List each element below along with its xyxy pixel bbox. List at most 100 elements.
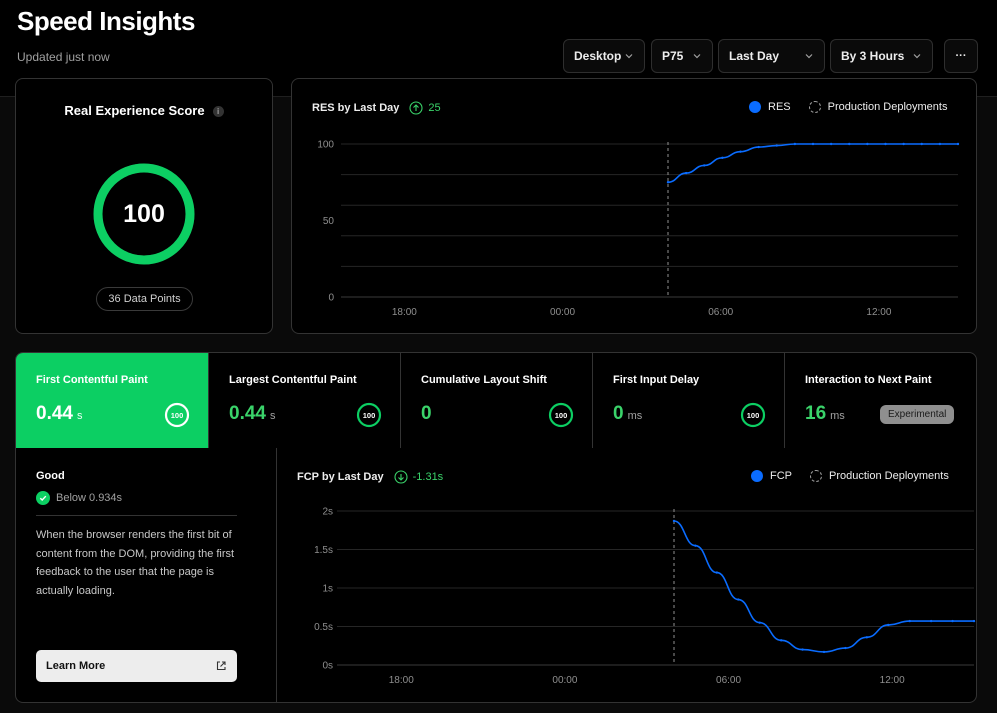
data-point (737, 598, 740, 601)
metric-score-ring: 100 (356, 402, 382, 428)
y-tick-label: 100 (317, 140, 334, 151)
data-point (902, 142, 905, 146)
granularity-select-label: By 3 Hours (841, 49, 905, 63)
res-chart-card: RES by Last Day 25 RES Production Deploy… (291, 78, 977, 334)
data-point (884, 142, 887, 146)
percentile-select-label: P75 (662, 49, 684, 63)
metric-score: 100 (363, 411, 376, 420)
metric-value: 0.44 s (36, 403, 82, 425)
metric-detail-panel: Good Below 0.934s When the browser rende… (15, 448, 977, 703)
data-point (757, 145, 760, 149)
metric-value: 0 ms (613, 403, 642, 425)
metric-tab-inp[interactable]: Interaction to Next Paint 16 ms Experimen… (785, 353, 976, 448)
check-circle-icon (36, 491, 50, 505)
data-point (908, 619, 911, 623)
res-chart: 100 50 0 18:00 00:00 06:00 12:00 (317, 140, 960, 318)
data-point (801, 648, 804, 651)
metric-tab-lcp[interactable]: Largest Contentful Paint 0.44 s 100 (209, 353, 401, 448)
chevron-down-icon (805, 54, 813, 59)
metric-value-number: 0.44 (229, 403, 266, 424)
learn-more-button[interactable]: Learn More (36, 650, 237, 682)
score-card-title: Real Experience Score i (16, 103, 272, 118)
metrics-row: First Contentful Paint 0.44 s 100 Largest… (15, 352, 977, 449)
y-tick-label: 1s (322, 584, 333, 595)
metric-score: 100 (555, 411, 568, 420)
rating-label: Good (36, 470, 65, 482)
data-point (844, 646, 847, 650)
data-point (793, 142, 797, 146)
metric-unit: s (76, 410, 83, 422)
data-point (775, 144, 778, 147)
data-point (779, 639, 783, 642)
x-tick-label: 06:00 (708, 307, 733, 318)
metric-name: Largest Contentful Paint (229, 374, 357, 386)
metric-value-number: 0.44 (36, 403, 73, 424)
metric-unit: ms (830, 410, 845, 422)
x-tick-label: 18:00 (389, 675, 414, 686)
series-line (667, 143, 958, 184)
data-point (684, 171, 688, 175)
metric-tab-fcp[interactable]: First Contentful Paint 0.44 s 100 (16, 353, 209, 448)
metric-score: 100 (171, 411, 184, 420)
metric-score: 100 (747, 411, 760, 420)
data-point (848, 142, 851, 146)
metric-tab-fid[interactable]: First Input Delay 0 ms 100 (593, 353, 785, 448)
score-card: Real Experience Score i 100 36 Data Point… (15, 78, 273, 334)
data-point (739, 150, 742, 153)
y-tick-label: 0s (322, 661, 333, 672)
range-select[interactable]: Last Day (718, 39, 825, 73)
data-point (920, 142, 923, 146)
page-title: Speed Insights (17, 6, 195, 36)
data-point (951, 619, 954, 623)
divider (36, 515, 237, 516)
x-tick-label: 06:00 (716, 675, 741, 686)
metric-name: First Input Delay (613, 374, 700, 386)
data-point (694, 544, 697, 547)
data-points-badge: 36 Data Points (96, 287, 193, 311)
granularity-select[interactable]: By 3 Hours (830, 39, 933, 73)
data-point (715, 571, 719, 574)
ellipsis-icon: ··· (955, 50, 967, 62)
metric-value: 0 (421, 403, 436, 425)
metric-tab-cls[interactable]: Cumulative Layout Shift 0 100 (401, 353, 593, 448)
x-tick-label: 00:00 (550, 307, 575, 318)
info-icon[interactable]: i (212, 106, 224, 117)
metric-score-ring: 100 (548, 402, 574, 428)
data-point (887, 623, 890, 627)
x-tick-label: 12:00 (880, 675, 905, 686)
device-select[interactable]: Desktop (563, 39, 645, 73)
data-point (972, 619, 976, 623)
x-tick-label: 18:00 (392, 307, 417, 318)
data-point (829, 142, 833, 146)
learn-more-label: Learn More (46, 660, 106, 672)
data-point (721, 156, 724, 159)
chevron-down-icon (693, 54, 701, 59)
metric-value: 16 ms (805, 403, 845, 425)
fcp-chart: 2s 1.5s 1s 0.5s 0s 18:00 00:00 06:00 12:00 (314, 507, 976, 686)
data-point (666, 181, 670, 184)
external-link-icon (216, 661, 226, 671)
threshold-text: Below 0.934s (56, 492, 123, 504)
updated-status: Updated just now (17, 50, 110, 64)
y-tick-label: 0.5s (314, 622, 333, 633)
metric-unit: ms (627, 410, 643, 422)
data-point (938, 142, 942, 146)
percentile-select[interactable]: P75 (651, 39, 713, 73)
metric-unit: s (269, 410, 276, 422)
metric-info: Good Below 0.934s When the browser rende… (16, 448, 277, 702)
y-tick-label: 1.5s (314, 545, 333, 556)
more-options-button[interactable]: ··· (944, 39, 978, 73)
metric-value-number: 0 (613, 403, 624, 424)
y-tick-label: 50 (323, 216, 335, 227)
data-point (758, 621, 761, 624)
experimental-badge: Experimental (880, 405, 955, 424)
data-point (866, 142, 869, 146)
metric-value-number: 0 (421, 403, 432, 424)
threshold: Below 0.934s (36, 491, 122, 505)
score-card-title-text: Real Experience Score (64, 103, 205, 118)
data-point (929, 619, 933, 623)
data-point (865, 636, 869, 639)
metric-value: 0.44 s (229, 403, 275, 425)
chevron-down-icon (913, 54, 921, 59)
metric-description: When the browser renders the first bit o… (36, 529, 235, 597)
